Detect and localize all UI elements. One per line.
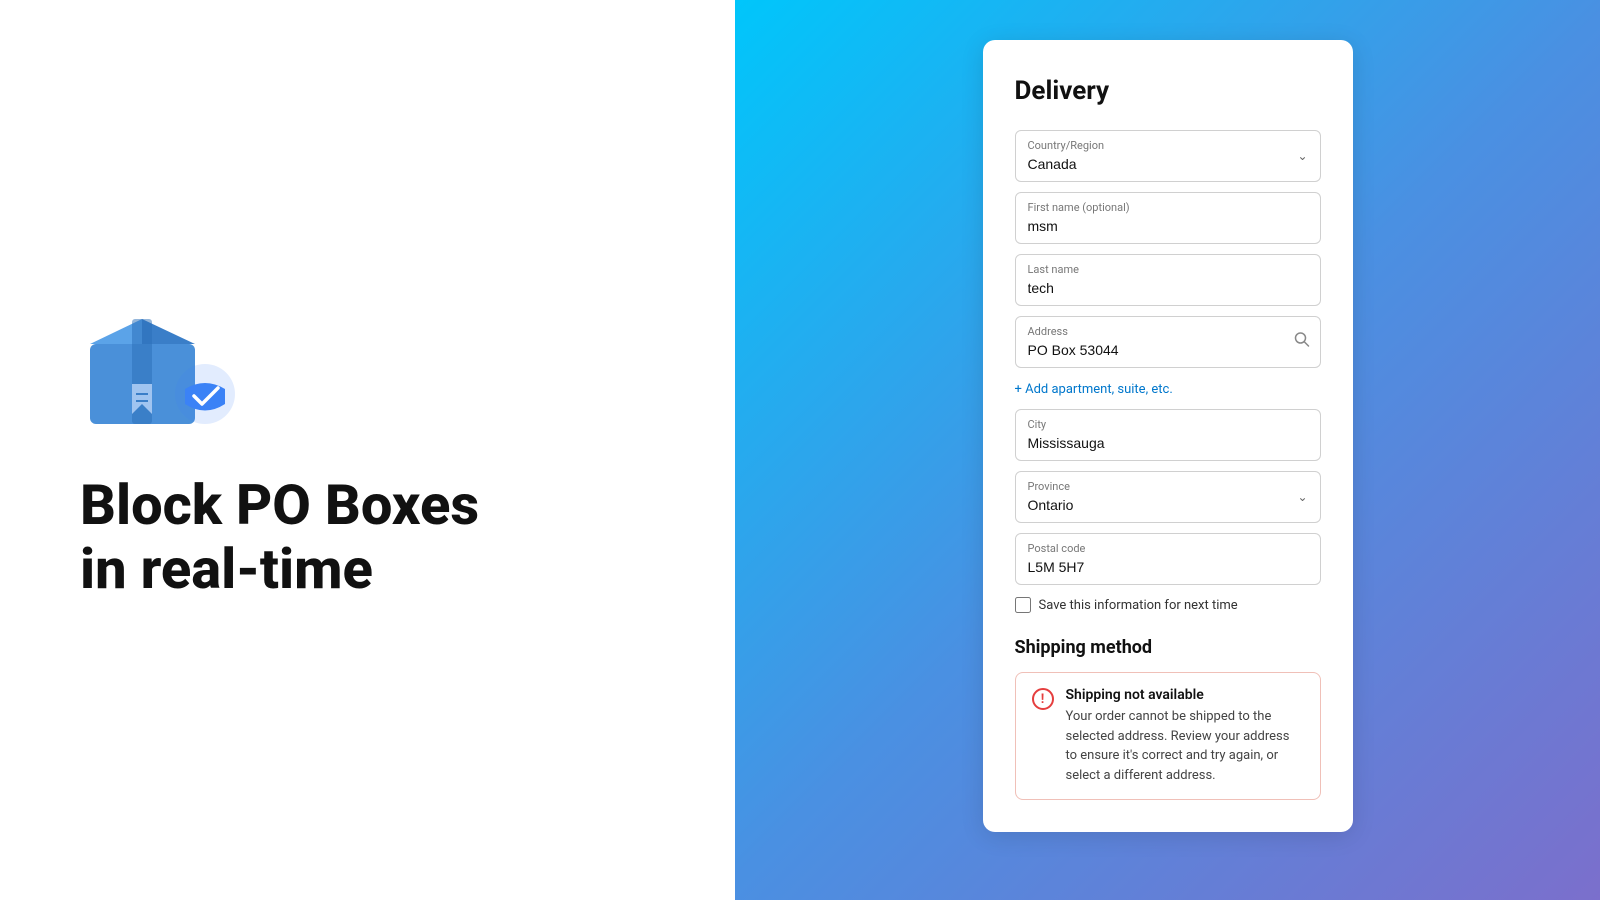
add-apartment-link[interactable]: + Add apartment, suite, etc. [1015, 382, 1173, 397]
headline-line2: in real-time [80, 537, 655, 601]
first-name-input[interactable] [1028, 218, 1308, 234]
province-select[interactable]: Ontario British Columbia Alberta Quebec … [1028, 497, 1308, 513]
first-name-label: First name (optional) [1028, 201, 1308, 214]
address-label: Address [1028, 325, 1308, 338]
error-icon: ! [1032, 688, 1054, 710]
save-info-label[interactable]: Save this information for next time [1039, 598, 1238, 613]
country-field: Country/Region Canada United States Unit… [1015, 130, 1321, 182]
postal-code-input[interactable] [1028, 559, 1308, 575]
save-info-row: Save this information for next time [1015, 597, 1321, 613]
address-input[interactable] [1028, 342, 1308, 358]
search-icon [1294, 332, 1310, 348]
first-name-field: First name (optional) [1015, 192, 1321, 244]
last-name-field: Last name [1015, 254, 1321, 306]
shipping-error-box: ! Shipping not available Your order cann… [1015, 672, 1321, 800]
country-select[interactable]: Canada United States United Kingdom Aust… [1028, 156, 1308, 172]
city-field: City [1015, 409, 1321, 461]
error-content: Shipping not available Your order cannot… [1066, 687, 1304, 785]
city-input[interactable] [1028, 435, 1308, 451]
postal-code-field: Postal code [1015, 533, 1321, 585]
country-label: Country/Region [1028, 139, 1308, 152]
logo-area [80, 299, 655, 433]
exclamation-icon: ! [1041, 692, 1045, 707]
address-field: Address [1015, 316, 1321, 368]
error-body: Your order cannot be shipped to the sele… [1066, 707, 1304, 785]
headline: Block PO Boxes in real-time [80, 473, 655, 602]
last-name-label: Last name [1028, 263, 1308, 276]
left-panel: Block PO Boxes in real-time [0, 0, 735, 900]
address-search-button[interactable] [1294, 332, 1310, 353]
province-field: Province Ontario British Columbia Albert… [1015, 471, 1321, 523]
form-card: Delivery Country/Region Canada United St… [983, 40, 1353, 832]
shipping-method-title: Shipping method [1015, 637, 1321, 658]
province-label: Province [1028, 480, 1308, 493]
postal-code-label: Postal code [1028, 542, 1308, 555]
error-title: Shipping not available [1066, 687, 1304, 703]
last-name-input[interactable] [1028, 280, 1308, 296]
right-panel: Delivery Country/Region Canada United St… [735, 0, 1600, 900]
city-label: City [1028, 418, 1308, 431]
logo-icon [80, 299, 240, 429]
headline-line1: Block PO Boxes [80, 473, 655, 537]
save-info-checkbox[interactable] [1015, 597, 1031, 613]
form-title: Delivery [1015, 76, 1321, 106]
